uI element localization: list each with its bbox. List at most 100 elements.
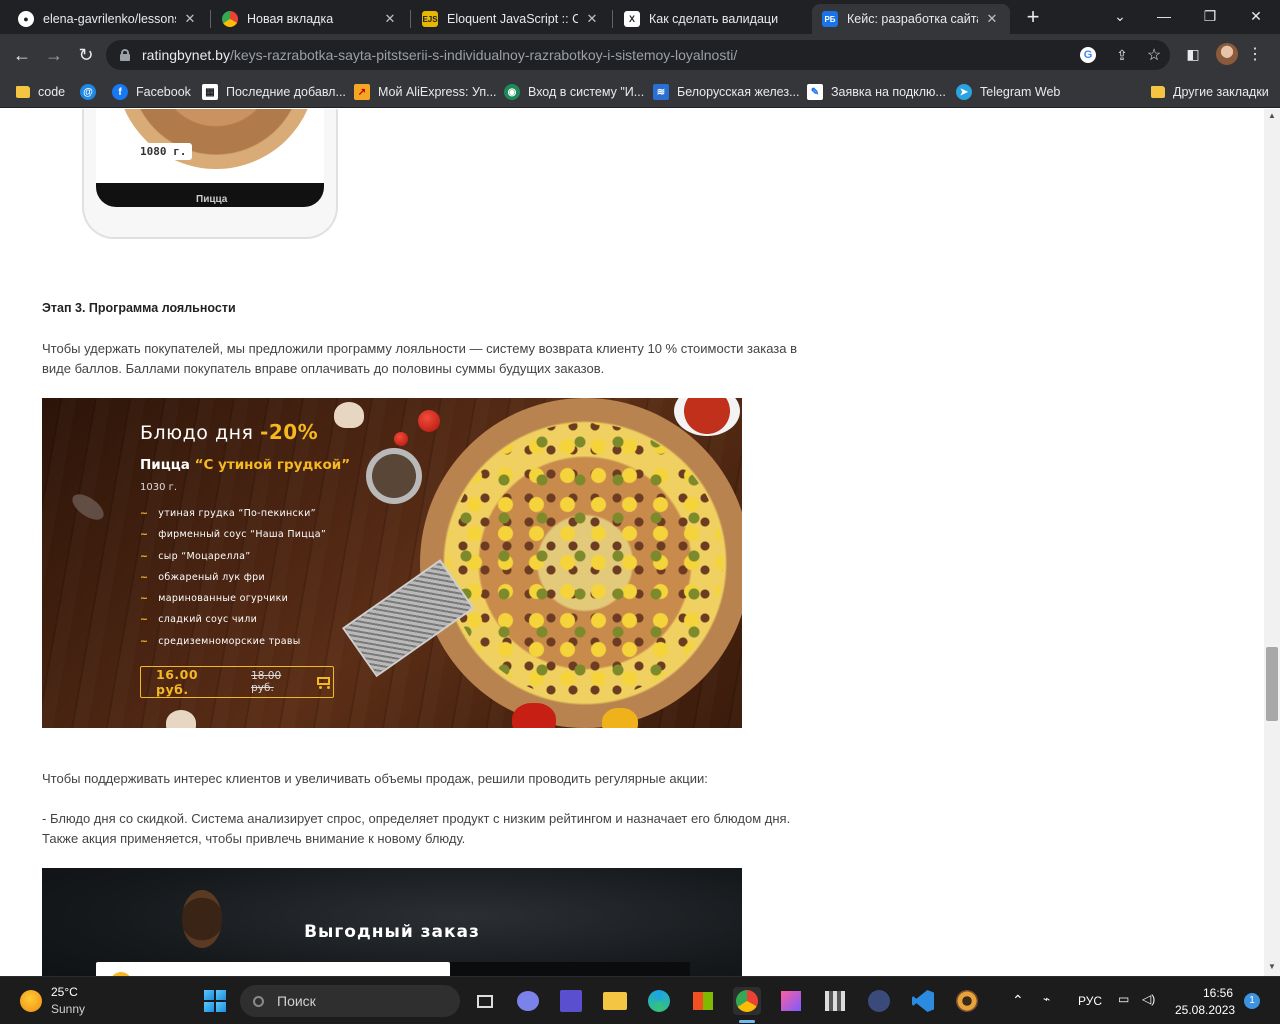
ingredient-text: сыр “Моцарелла” (158, 550, 251, 562)
close-tab-icon[interactable]: ✕ (182, 11, 198, 27)
windows-start-icon[interactable] (204, 990, 226, 1012)
bookmark-label: Мой AliExpress: Уп... (378, 85, 497, 99)
ingredient-text: утиная грудка “По-пекински” (158, 508, 316, 519)
google-lens-icon[interactable]: G (1080, 47, 1096, 63)
address-bar[interactable]: ratingbynet.by/keys-razrabotka-sayta-pit… (106, 40, 1170, 70)
scrollbar-thumb[interactable] (1266, 647, 1278, 721)
profile-avatar[interactable] (1216, 43, 1238, 65)
save-app-icon[interactable] (557, 987, 585, 1015)
phone-screen: 1080 г. Пицца (96, 109, 324, 207)
pizza-name-highlight: “С утиной грудкой” (194, 457, 351, 473)
tab-new-tab[interactable]: Новая вкладка ✕ (212, 4, 408, 34)
url-domain: ratingbynet.by (142, 47, 230, 63)
bookmark-login[interactable]: ◉ Вход в систему "И... (504, 82, 644, 102)
bookmark-request[interactable]: ✎ Заявка на подклю... (807, 82, 946, 102)
menu-kebab-icon[interactable]: ⋮ (1245, 44, 1265, 64)
pizza-toppings (447, 423, 723, 699)
bullet-icon: ~ (140, 550, 149, 562)
scroll-up-arrow-icon[interactable]: ▲ (1268, 112, 1276, 120)
red-pepper-decoration (512, 703, 556, 728)
ingredient-item: ~ средиземноморские травы (140, 634, 370, 655)
profitable-order-banner: Выгодный заказ (42, 868, 742, 976)
folder-icon (16, 86, 30, 98)
minimize-button[interactable]: — (1141, 0, 1187, 32)
weather-temperature[interactable]: 25°C (51, 985, 78, 999)
weather-condition[interactable]: Sunny (51, 1002, 85, 1016)
app-icon[interactable] (777, 987, 805, 1015)
share-icon[interactable]: ⇪ (1112, 45, 1132, 65)
ingredient-text: фирменный соус “Наша Пицца” (158, 529, 327, 541)
bookmark-label: Facebook (136, 85, 191, 99)
vscode-icon[interactable] (909, 987, 937, 1015)
tab-validation[interactable]: X Как сделать валидацию (614, 4, 810, 34)
bookmark-telegram[interactable]: ➤ Telegram Web (956, 82, 1060, 102)
pizza-prefix: Пицца (140, 457, 195, 473)
close-tab-icon[interactable]: ✕ (382, 11, 398, 27)
film-icon: ▦ (202, 84, 218, 100)
close-tab-icon[interactable]: ✕ (984, 11, 1000, 27)
bookmark-code[interactable]: code (16, 82, 65, 102)
grid-app-icon[interactable] (821, 987, 849, 1015)
paragraph-loyalty: Чтобы удержать покупателей, мы предложил… (42, 341, 797, 376)
url-text[interactable]: ratingbynet.by/keys-razrabotka-sayta-pit… (142, 47, 737, 63)
bookmark-aliexpress[interactable]: ↗ Мой AliExpress: Уп... (354, 82, 497, 102)
edge-icon[interactable] (645, 987, 673, 1015)
chat-icon[interactable] (514, 987, 542, 1015)
old-price: 18.00 руб. (251, 670, 282, 694)
close-window-button[interactable]: ✕ (1233, 0, 1279, 32)
network-icon[interactable]: ⌁ (1043, 992, 1050, 1006)
vpn-lock-icon[interactable] (865, 987, 893, 1015)
clock-time[interactable]: 16:56 (1203, 986, 1233, 1000)
reload-button[interactable]: ↻ (73, 42, 99, 68)
bookmark-star-icon[interactable]: ☆ (1144, 45, 1164, 65)
clock-date[interactable]: 25.08.2023 (1175, 1003, 1235, 1017)
bookmark-recent[interactable]: ▦ Последние добавл... (202, 82, 346, 102)
file-explorer-icon[interactable] (601, 987, 629, 1015)
back-button[interactable]: ← (9, 42, 35, 68)
volume-icon[interactable]: ◁) (1142, 992, 1155, 1006)
ingredient-item: ~ утиная грудка “По-пекински” (140, 506, 370, 527)
scroll-down-arrow-icon[interactable]: ▼ (1268, 963, 1276, 971)
stage-heading: Этап 3. Программа лояльности (42, 301, 236, 315)
phone-caption: Пицца (196, 194, 228, 205)
new-tab-button[interactable]: + (1021, 6, 1045, 30)
display-icon[interactable]: ▭ (1118, 992, 1129, 1006)
lock-icon[interactable] (120, 49, 130, 61)
bookmark-facebook[interactable]: f Facebook (112, 82, 191, 102)
bookmark-railway[interactable]: ≋ Белорусская желез... (653, 82, 800, 102)
task-view-icon[interactable] (471, 987, 499, 1015)
page-icon: ✎ (807, 84, 823, 100)
bookmark-label: Telegram Web (980, 85, 1061, 99)
chrome-taskbar-icon[interactable] (733, 987, 761, 1015)
eye-app-icon[interactable] (953, 987, 981, 1015)
forward-button[interactable]: → (41, 42, 67, 68)
ingredient-item: ~ сладкий соус чили (140, 612, 370, 633)
bookmark-other[interactable]: Другие закладки (1151, 82, 1269, 102)
tab-case-active[interactable]: РБ Кейс: разработка сайта п ✕ (812, 4, 1010, 34)
tomato-decoration (418, 410, 440, 432)
tray-overflow-chevron-icon[interactable]: ⌃ (1012, 992, 1024, 1009)
store-icon[interactable] (689, 987, 717, 1015)
bullet-icon: ~ (140, 571, 149, 583)
notification-badge[interactable]: 1 (1244, 993, 1260, 1009)
dish-of-day-banner: Блюдо дня -20% Пицца “С утиной грудкой” … (42, 398, 742, 728)
bullet-icon: ~ (140, 508, 149, 519)
restore-button[interactable]: ❐ (1187, 0, 1233, 32)
bookmark-at[interactable]: @ (80, 82, 104, 102)
ingredient-text: обжареный лук фри (158, 571, 265, 583)
price-button[interactable]: 16.00 руб. 18.00 руб. (140, 666, 334, 698)
vertical-scrollbar[interactable] (1264, 109, 1280, 976)
close-tab-icon[interactable]: ✕ (584, 11, 600, 27)
sun-icon[interactable] (20, 990, 42, 1012)
tab-eloquent-js[interactable]: EJS Eloquent JavaScript :: Coc ✕ (412, 4, 610, 34)
side-panel-icon[interactable]: ◧ (1183, 44, 1203, 64)
paragraph-promotions: Чтобы поддерживать интерес клиентов и ув… (42, 771, 708, 786)
language-indicator[interactable]: РУС (1078, 994, 1102, 1008)
order-card (96, 962, 450, 976)
tab-search-chevron-icon[interactable]: ⌄ (1097, 0, 1143, 32)
discount-badge: -20% (260, 420, 319, 444)
ingredient-text: сладкий соус чили (158, 614, 258, 626)
tab-github[interactable]: ● elena-gavrilenko/lessons ✕ (8, 4, 208, 34)
ingredient-text: маринованные огурчики (158, 593, 289, 605)
taskbar-search[interactable]: Поиск (240, 985, 460, 1017)
